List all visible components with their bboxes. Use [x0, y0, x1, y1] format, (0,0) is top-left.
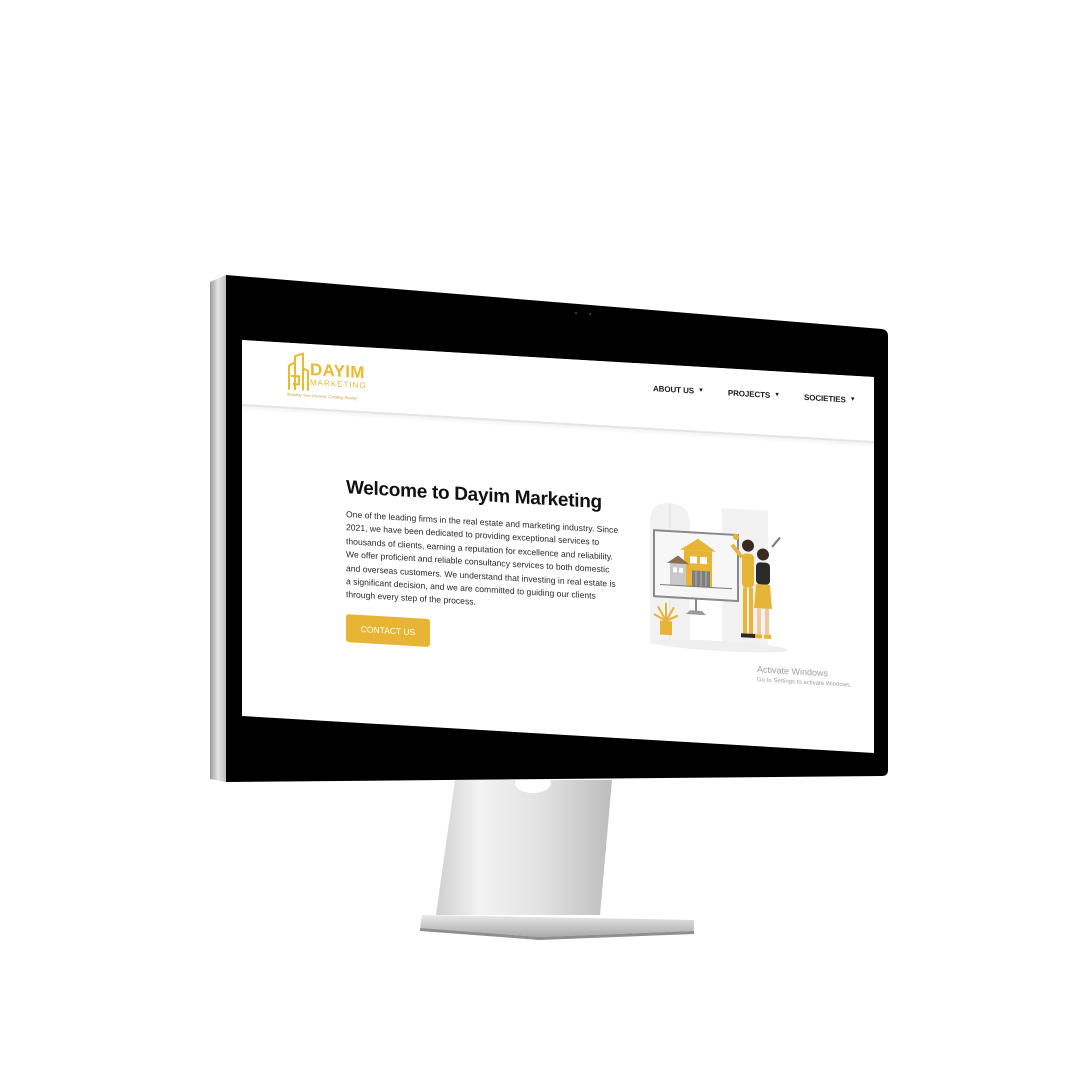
caret-down-icon: ▼ [774, 392, 780, 399]
website-screen: DAYIM MARKETING "Building Your Dreams, C… [242, 340, 874, 754]
caret-down-icon: ▼ [697, 387, 704, 395]
nav-item-label: ABOUT US [653, 383, 694, 395]
hero-section: Welcome to Dayim Marketing One of the le… [346, 476, 626, 658]
windows-activation-watermark: Activate Windows Go to Settings to activ… [757, 664, 852, 691]
site-logo[interactable]: DAYIM MARKETING "Building Your Dreams, C… [286, 352, 372, 407]
house-couple-illustration [650, 503, 788, 653]
building-logo-icon [288, 352, 309, 391]
caret-down-icon: ▼ [849, 396, 856, 403]
nav-item-societies[interactable]: SOCIETIES ▼ [804, 389, 856, 408]
nav-item-label: SOCIETIES [804, 392, 846, 404]
nav-item-label: PROJECTS [727, 387, 771, 400]
brand-tagline: "Building Your Dreams, Creating Reality" [286, 391, 359, 401]
nav-item-projects[interactable]: PROJECTS ▼ [728, 384, 780, 403]
nav-item-about-us[interactable]: ABOUT US ▼ [653, 380, 704, 399]
hero-paragraph: One of the leading firms in the real est… [346, 509, 619, 608]
contact-us-button[interactable]: CONTACT US [346, 613, 430, 647]
main-navigation: ABOUT US ▼ PROJECTS ▼ SOCIETIES ▼ [653, 380, 856, 408]
brand-subtitle: MARKETING [310, 377, 367, 391]
